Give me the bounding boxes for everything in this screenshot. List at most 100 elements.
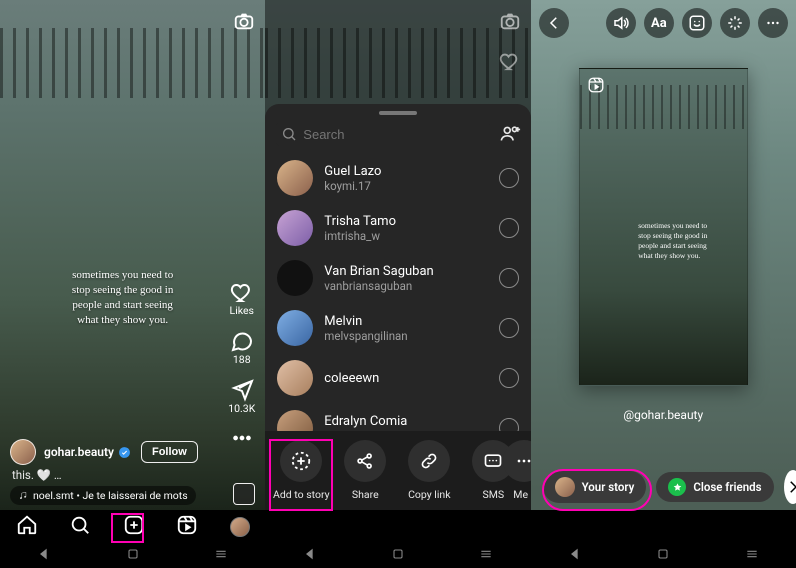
audio-toggle-button[interactable]: [606, 8, 636, 38]
search-icon: [281, 126, 297, 142]
android-system-nav: [0, 544, 796, 568]
recipient-avatar: [277, 260, 313, 296]
close-friends-button[interactable]: Close friends: [656, 472, 773, 502]
app-tab-bar: [0, 510, 265, 544]
recipient-row[interactable]: Van Brian Sagubanvanbriansaguban: [265, 253, 530, 303]
recipient-name: Van Brian Saguban: [324, 264, 487, 279]
recipient-handle: vanbriansaguban: [324, 279, 487, 293]
recipient-name: Trisha Tamo: [324, 214, 487, 229]
more-button[interactable]: [758, 8, 788, 38]
music-note-icon: [18, 491, 28, 501]
recipient-avatar: [277, 210, 313, 246]
use-audio-thumbnail[interactable]: [233, 483, 255, 505]
recipient-row[interactable]: Edralyn Comiacomiamazing: [265, 403, 530, 431]
comment-button[interactable]: 188: [230, 329, 254, 366]
select-ring[interactable]: [499, 168, 519, 188]
tab-search[interactable]: [69, 514, 91, 540]
nav-recent[interactable]: [478, 546, 494, 566]
share-sheet: Guel Lazokoymi.17Trisha Tamoimtrisha_wVa…: [265, 104, 530, 510]
author-username: gohar.beauty: [44, 445, 114, 459]
camera-icon[interactable]: [499, 10, 521, 36]
tab-reels[interactable]: [176, 514, 198, 540]
nav-placeholder: [265, 510, 530, 544]
next-button[interactable]: [784, 470, 796, 504]
recipient-avatar: [277, 160, 313, 196]
tab-create[interactable]: [123, 514, 145, 540]
share-action[interactable]: Share: [333, 440, 397, 501]
like-button: [499, 50, 521, 72]
share-sheet-screen: Guel Lazokoymi.17Trisha Tamoimtrisha_wVa…: [265, 0, 530, 544]
reel-action-rail-dimmed: [499, 50, 521, 72]
follow-button[interactable]: Follow: [141, 441, 198, 463]
reels-icon: [586, 75, 606, 95]
reel-view-screen: sometimes you need to stop seeing the go…: [0, 0, 265, 544]
recipient-name: coleeewn: [324, 371, 487, 386]
select-ring[interactable]: [499, 268, 519, 288]
select-ring[interactable]: [499, 318, 519, 338]
recipient-row[interactable]: Guel Lazokoymi.17: [265, 153, 530, 203]
more-button[interactable]: [231, 427, 253, 449]
mention-label[interactable]: @gohar.beauty: [531, 408, 796, 422]
back-button[interactable]: [539, 8, 569, 38]
add-people-icon[interactable]: [499, 123, 521, 145]
share-button[interactable]: 10.3K: [228, 378, 255, 415]
sms-label: SMS: [482, 488, 504, 501]
recipient-row[interactable]: coleeewn: [265, 353, 530, 403]
author-row[interactable]: gohar.beauty Follow: [10, 439, 198, 465]
nav-placeholder: [531, 510, 796, 544]
search-field[interactable]: [275, 121, 490, 147]
your-story-button[interactable]: Your story: [543, 471, 647, 503]
select-ring[interactable]: [499, 368, 519, 388]
copy-link-label: Copy link: [408, 488, 450, 501]
recipient-name: Guel Lazo: [324, 164, 487, 179]
copy-link-action[interactable]: Copy link: [397, 440, 461, 501]
story-media-preview[interactable]: sometimes you need to stop seeing the go…: [579, 68, 748, 386]
recipient-handle: melvspangilinan: [324, 329, 487, 343]
recipient-avatar: [277, 360, 313, 396]
add-to-story-action[interactable]: Add to story: [269, 440, 333, 501]
likes-label: Likes: [230, 304, 254, 317]
search-input[interactable]: [303, 127, 484, 142]
close-friends-label: Close friends: [693, 480, 761, 494]
your-story-avatar: [555, 477, 575, 497]
reel-caption-quote: sometimes you need to stop seeing the go…: [0, 268, 265, 327]
nav-home[interactable]: [390, 546, 406, 566]
add-to-story-label: Add to story: [273, 488, 330, 501]
select-ring[interactable]: [499, 418, 519, 431]
effects-button[interactable]: [720, 8, 750, 38]
recipient-avatar: [277, 410, 313, 431]
recipient-row[interactable]: Melvinmelvspangilinan: [265, 303, 530, 353]
composer-top-bar: Aa: [539, 8, 788, 38]
audio-title: noel.smt • Je te laisserai de mots: [33, 489, 188, 502]
reel-text-caption[interactable]: this. 🤍 …: [12, 468, 62, 482]
nav-recent[interactable]: [744, 546, 760, 566]
text-tool-button[interactable]: Aa: [644, 8, 674, 38]
your-story-label: Your story: [582, 480, 635, 494]
tab-profile[interactable]: [230, 517, 250, 537]
author-avatar[interactable]: [10, 439, 36, 465]
select-ring[interactable]: [499, 218, 519, 238]
recipient-row[interactable]: Trisha Tamoimtrisha_w: [265, 203, 530, 253]
story-composer-screen: Aa sometimes you need to stop seeing the…: [531, 0, 796, 544]
nav-back[interactable]: [36, 546, 52, 566]
tab-home[interactable]: [16, 514, 38, 540]
sheet-drag-handle[interactable]: [379, 111, 417, 115]
comments-count: 188: [233, 353, 251, 366]
nav-recent[interactable]: [213, 546, 229, 566]
like-button[interactable]: Likes: [230, 280, 254, 317]
nav-home[interactable]: [655, 546, 671, 566]
nav-home[interactable]: [125, 546, 141, 566]
preview-quote: sometimes you need to stop seeing the go…: [638, 221, 738, 262]
nav-back[interactable]: [567, 546, 583, 566]
recipient-handle: imtrisha_w: [324, 229, 487, 243]
audio-chip[interactable]: noel.smt • Je te laisserai de mots: [10, 486, 196, 505]
recipient-handle: koymi.17: [324, 179, 487, 193]
recipient-name: Edralyn Comia: [324, 414, 487, 429]
nav-back: [302, 546, 318, 566]
camera-icon[interactable]: [233, 10, 255, 36]
sticker-button[interactable]: [682, 8, 712, 38]
recipient-list: Guel Lazokoymi.17Trisha Tamoimtrisha_wVa…: [265, 153, 530, 431]
recipient-name: Melvin: [324, 314, 487, 329]
more-label: Me: [513, 488, 528, 501]
share-actions-row: Add to story Share Copy link SMS Me: [265, 431, 530, 510]
